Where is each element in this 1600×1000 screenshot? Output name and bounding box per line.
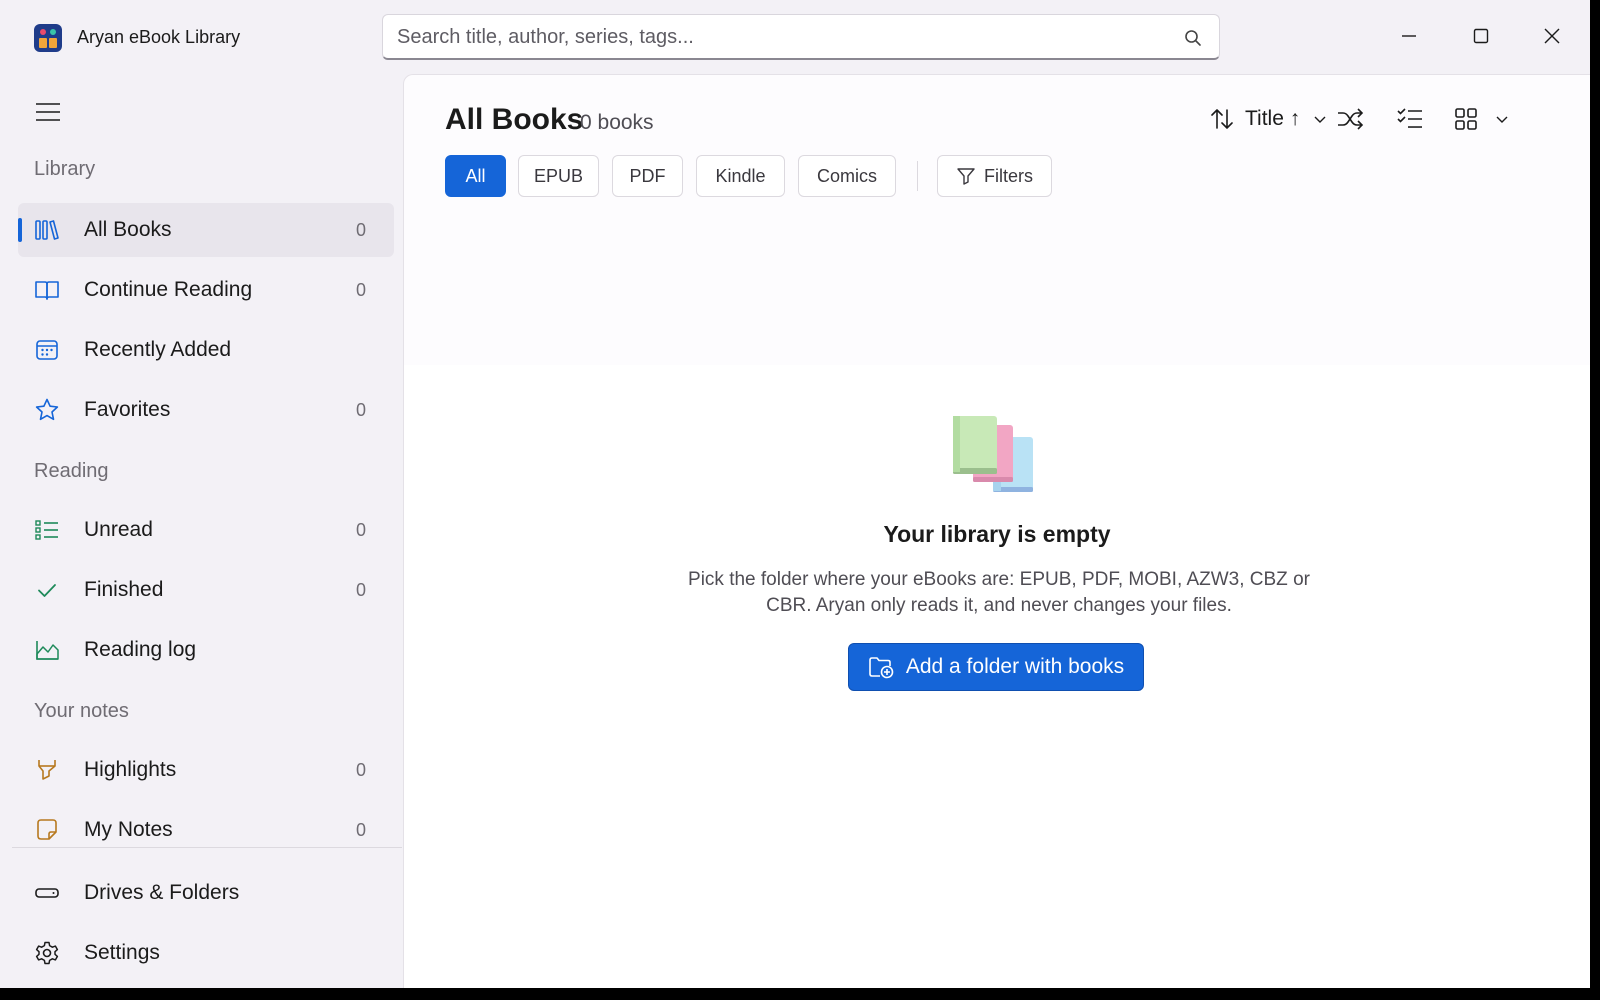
shuffle-icon: [1338, 108, 1364, 130]
gear-icon: [34, 940, 60, 966]
add-folder-label: Add a folder with books: [905, 655, 1125, 678]
checkmark-icon: [34, 577, 60, 603]
star-icon: [34, 397, 60, 423]
sidebar-item-highlights[interactable]: Highlights 0: [18, 743, 394, 797]
app-logo-icon: [34, 24, 62, 52]
filter-separator: [917, 161, 918, 191]
sidebar-item-settings[interactable]: Settings: [18, 926, 394, 980]
app-window: Aryan eBook Library Library All B: [0, 0, 1590, 988]
maximize-button[interactable]: [1461, 16, 1501, 56]
filter-chip-kindle[interactable]: Kindle: [696, 155, 785, 197]
sidebar-item-label: All Books: [84, 218, 172, 241]
sidebar-item-count: 0: [355, 280, 366, 300]
section-label-notes: Your notes: [34, 700, 129, 722]
menu-toggle-button[interactable]: [32, 96, 64, 128]
filters-button[interactable]: Filters: [937, 155, 1052, 197]
app-title: Aryan eBook Library: [77, 27, 241, 47]
sidebar-item-drives-folders[interactable]: Drives & Folders: [18, 866, 394, 920]
list-icon: [34, 517, 60, 543]
sidebar-item-count: 0: [355, 760, 366, 780]
sidebar-item-label: Favorites: [84, 398, 171, 421]
sticky-note-icon: [34, 817, 60, 843]
sidebar-item-continue-reading[interactable]: Continue Reading 0: [18, 263, 394, 317]
sort-icon: [1209, 106, 1235, 132]
checklist-icon: [1397, 108, 1422, 128]
section-label-reading: Reading: [34, 460, 109, 482]
drive-icon: [34, 880, 60, 906]
empty-state-title: Your library is empty: [883, 521, 1111, 547]
library-icon: [34, 217, 60, 243]
grid-view-icon: [1455, 108, 1477, 130]
chart-area-icon: [34, 637, 60, 663]
filter-chip-comics[interactable]: Comics: [798, 155, 896, 197]
sidebar-item-label: Continue Reading: [84, 278, 253, 301]
sidebar-item-reading-log[interactable]: Reading log: [18, 623, 394, 677]
sidebar-item-count: 0: [355, 220, 366, 240]
sidebar-item-all-books[interactable]: All Books 0: [18, 203, 394, 257]
sidebar-item-count: 0: [355, 580, 366, 600]
main-panel: All Books 0 books Title ↑ All EPUB PDF K…: [403, 74, 1590, 988]
filter-chip-epub[interactable]: EPUB: [518, 155, 599, 197]
sidebar-item-finished[interactable]: Finished 0: [18, 563, 394, 617]
filter-chip-all[interactable]: All: [445, 155, 506, 197]
sidebar-item-favorites[interactable]: Favorites 0: [18, 383, 394, 437]
select-mode-button[interactable]: [1394, 103, 1426, 135]
sidebar-item-label: Settings: [84, 941, 160, 964]
open-book-icon: [34, 277, 60, 303]
hamburger-icon: [36, 103, 60, 121]
sidebar: Library All Books 0 Continue Reading 0 R…: [12, 74, 402, 988]
sidebar-item-label: Unread: [84, 518, 153, 541]
add-folder-button[interactable]: Add a folder with books: [848, 643, 1144, 691]
sidebar-item-label: My Notes: [84, 818, 173, 841]
chevron-down-icon: [1312, 111, 1328, 127]
sidebar-item-recently-added[interactable]: Recently Added: [18, 323, 394, 377]
filter-chip-pdf[interactable]: PDF: [612, 155, 683, 197]
filters-label: Filters: [984, 165, 1033, 186]
title-bar: Aryan eBook Library: [0, 0, 1590, 74]
search-icon[interactable]: [1183, 28, 1203, 48]
minimize-icon: [1402, 35, 1416, 37]
sidebar-item-label: Reading log: [84, 638, 197, 661]
view-mode-dropdown[interactable]: [1454, 103, 1510, 135]
highlighter-icon: [34, 757, 60, 783]
maximize-icon: [1473, 28, 1489, 44]
close-button[interactable]: [1532, 16, 1572, 56]
book-count: 0 books: [580, 111, 654, 134]
sidebar-item-unread[interactable]: Unread 0: [18, 503, 394, 557]
search-box[interactable]: [382, 14, 1220, 60]
sort-label: Title ↑: [1245, 107, 1301, 130]
active-indicator: [18, 218, 22, 242]
empty-state-description: Pick the folder where your eBooks are: E…: [688, 569, 1310, 616]
sidebar-item-label: Recently Added: [84, 338, 232, 361]
minimize-button[interactable]: [1389, 16, 1429, 56]
folder-add-icon: [868, 655, 894, 679]
sidebar-item-label: Finished: [84, 578, 164, 601]
sidebar-item-label: Highlights: [84, 758, 177, 781]
sidebar-divider: [12, 847, 402, 848]
sidebar-item-label: Drives & Folders: [84, 881, 240, 904]
filter-icon: [956, 166, 976, 186]
sidebar-item-my-notes[interactable]: My Notes 0: [18, 803, 394, 857]
books-illustration-icon: [951, 415, 1041, 495]
chevron-down-icon: [1496, 116, 1508, 123]
section-label-library: Library: [34, 158, 96, 180]
calendar-icon: [34, 337, 60, 363]
sidebar-item-count: 0: [355, 400, 366, 420]
shuffle-button[interactable]: [1334, 103, 1366, 135]
sort-dropdown[interactable]: Title ↑: [1209, 103, 1328, 135]
sidebar-item-count: 0: [355, 520, 366, 540]
page-title: All Books: [445, 103, 584, 136]
search-input[interactable]: [397, 24, 1157, 50]
close-icon: [1544, 28, 1560, 44]
sidebar-item-count: 0: [355, 820, 366, 840]
